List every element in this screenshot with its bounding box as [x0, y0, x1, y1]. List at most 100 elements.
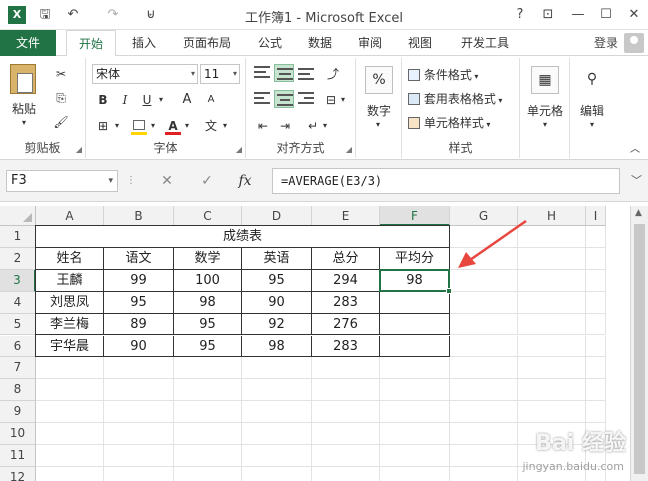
cell-b8[interactable] [104, 379, 174, 402]
decrease-font-size-button[interactable]: A [200, 90, 222, 110]
table-row-cell[interactable] [380, 335, 450, 358]
number-dropdown-icon[interactable]: ▾ [372, 120, 384, 129]
scrollbar-thumb[interactable] [634, 224, 645, 474]
tab-developer[interactable]: 开发工具 [448, 30, 522, 56]
maximize-button[interactable]: ☐ [594, 4, 618, 26]
help-button[interactable]: ? [508, 4, 532, 26]
cell-b10[interactable] [104, 423, 174, 445]
cell-h11[interactable] [518, 445, 586, 467]
save-icon[interactable]: 🖫 [36, 6, 54, 24]
wrap-dropdown-icon[interactable]: ▾ [320, 116, 330, 136]
sheet-title[interactable]: 成绩表 [36, 226, 450, 248]
cell-a12[interactable] [36, 466, 104, 481]
enter-icon[interactable]: ✓ [196, 170, 218, 192]
cell-g2[interactable] [450, 247, 518, 270]
formula-bar-grip-icon[interactable]: ⋮ [126, 170, 136, 192]
table-row-cell[interactable]: 98 [174, 291, 242, 314]
cell-h12[interactable] [518, 466, 586, 481]
table-row-cell[interactable]: 276 [312, 313, 380, 336]
table-row-cell[interactable]: 95 [104, 291, 174, 314]
cell-i9[interactable] [586, 401, 606, 424]
cell-f9[interactable] [380, 401, 450, 424]
row-header-7[interactable]: 7 [0, 357, 36, 380]
cell-b11[interactable] [104, 445, 174, 467]
cell-g5[interactable] [450, 313, 518, 336]
tab-data[interactable]: 数据 [298, 30, 342, 56]
formula-input[interactable]: =AVERAGE(E3/3) [272, 168, 620, 194]
vertical-scrollbar[interactable]: ▲ [630, 206, 648, 481]
row-header-11[interactable]: 11 [0, 445, 36, 467]
cell-i10[interactable] [586, 423, 606, 445]
minimize-button[interactable]: — [566, 4, 590, 26]
sign-in-link[interactable]: 登录 [594, 30, 618, 56]
table-row-cell[interactable]: 95 [242, 269, 312, 292]
table-row-cell[interactable]: 李兰梅 [36, 313, 104, 336]
table-row-cell[interactable]: 95 [174, 335, 242, 358]
cell-d8[interactable] [242, 379, 312, 402]
cell-g4[interactable] [450, 291, 518, 314]
table-row-cell[interactable]: 89 [104, 313, 174, 336]
cell-i1[interactable] [586, 226, 606, 248]
cell-h6[interactable] [518, 335, 586, 358]
tab-home[interactable]: 开始 [66, 30, 116, 57]
tab-file[interactable]: 文件 [0, 30, 56, 56]
cell-c10[interactable] [174, 423, 242, 445]
cell-e7[interactable] [312, 357, 380, 380]
tab-review[interactable]: 审阅 [348, 30, 392, 56]
cell-i7[interactable] [586, 357, 606, 380]
font-size-combo[interactable]: 11 ▾ [200, 64, 240, 84]
cell-g11[interactable] [450, 445, 518, 467]
cell-i2[interactable] [586, 247, 606, 270]
middle-align-icon[interactable] [274, 64, 294, 82]
tab-insert[interactable]: 插入 [122, 30, 166, 56]
cell-g10[interactable] [450, 423, 518, 445]
cell-a9[interactable] [36, 401, 104, 424]
cell-i8[interactable] [586, 379, 606, 402]
cell-d12[interactable] [242, 466, 312, 481]
cell-f10[interactable] [380, 423, 450, 445]
cell-i11[interactable] [586, 445, 606, 467]
column-header-a[interactable]: A [36, 206, 104, 226]
cell-c7[interactable] [174, 357, 242, 380]
paste-button[interactable]: 粘贴 [8, 100, 40, 117]
cell-h4[interactable] [518, 291, 586, 314]
column-header-c[interactable]: C [174, 206, 242, 226]
row-header-8[interactable]: 8 [0, 379, 36, 402]
cell-d9[interactable] [242, 401, 312, 424]
paste-icon[interactable] [10, 64, 36, 94]
cell-f11[interactable] [380, 445, 450, 467]
cell-i3[interactable] [586, 269, 606, 292]
table-row-cell[interactable]: 90 [242, 291, 312, 314]
table-header-cell[interactable]: 语文 [104, 247, 174, 270]
format-painter-icon[interactable]: 🖌 [50, 112, 72, 132]
row-header-4[interactable]: 4 [0, 291, 36, 314]
cell-f12[interactable] [380, 466, 450, 481]
row-header-2[interactable]: 2 [0, 247, 36, 270]
scroll-up-icon[interactable]: ▲ [635, 208, 642, 218]
format-as-table-button[interactable]: 套用表格格式 ▾ [408, 90, 522, 107]
cell-h7[interactable] [518, 357, 586, 380]
cell-f8[interactable] [380, 379, 450, 402]
cells-dropdown-icon[interactable]: ▾ [539, 120, 551, 129]
table-row-cell[interactable]: 刘思凤 [36, 291, 104, 314]
cell-c9[interactable] [174, 401, 242, 424]
avatar[interactable] [624, 33, 644, 53]
cell-g9[interactable] [450, 401, 518, 424]
cell-e8[interactable] [312, 379, 380, 402]
cell-g6[interactable] [450, 335, 518, 358]
expand-formula-bar-icon[interactable]: ﹀ [631, 172, 642, 188]
table-row-cell[interactable] [380, 313, 450, 336]
table-row-cell[interactable]: 90 [104, 335, 174, 358]
orientation-icon[interactable]: ⤴ [322, 64, 344, 84]
clipboard-launcher-icon[interactable]: ◢ [76, 145, 82, 154]
bottom-align-icon[interactable] [296, 64, 316, 82]
insert-function-button[interactable]: fx [234, 170, 256, 192]
cell-d10[interactable] [242, 423, 312, 445]
table-row-cell[interactable]: 92 [242, 313, 312, 336]
cell-b12[interactable] [104, 466, 174, 481]
table-header-cell[interactable]: 平均分 [380, 247, 450, 270]
conditional-formatting-button[interactable]: 条件格式 ▾ [408, 66, 518, 83]
row-header-12[interactable]: 12 [0, 466, 36, 481]
table-row-cell[interactable]: 294 [312, 269, 380, 292]
fill-color-icon[interactable] [128, 116, 150, 136]
